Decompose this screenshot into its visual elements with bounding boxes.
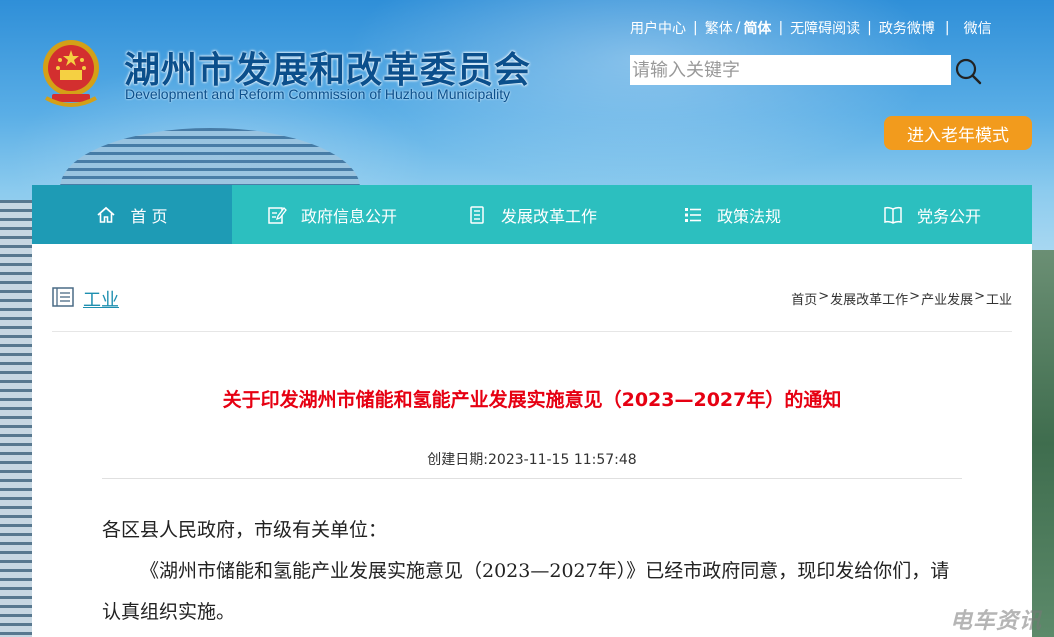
breadcrumb-separator: > xyxy=(909,289,921,304)
lang-slash: / xyxy=(735,20,741,36)
main-nav: 首 页 政府信息公开 发展改革工作 政策法规 党务公开 xyxy=(32,185,1032,244)
search-input[interactable] xyxy=(630,55,951,85)
accessible-reading-link[interactable]: 无障碍阅读 xyxy=(790,18,860,38)
breadcrumb-reform-work[interactable]: 发展改革工作 xyxy=(830,289,908,308)
nav-gov-info[interactable]: 政府信息公开 xyxy=(232,185,432,244)
nav-label: 发展改革工作 xyxy=(500,206,597,226)
article-title: 关于印发湖州市储能和氢能产业发展实施意见（2023—2027年）的通知 xyxy=(222,389,842,411)
breadcrumb-industry[interactable]: 工业 xyxy=(986,289,1012,308)
breadcrumb-separator: > xyxy=(974,289,985,304)
breadcrumb-home[interactable]: 首页 xyxy=(791,289,817,308)
nav-label: 政策法规 xyxy=(716,206,781,226)
breadcrumb-separator: > xyxy=(818,289,830,304)
elder-mode-button[interactable]: 进入老年模式 xyxy=(884,116,1032,150)
section-title[interactable]: 工业 xyxy=(83,286,119,312)
article-body: 各区县人民政府，市级有关单位： 《湖州市储能和氢能产业发展实施意见（2023—2… xyxy=(102,510,968,633)
background-tower xyxy=(0,200,36,637)
separator: | xyxy=(944,20,950,36)
breadcrumb: 首页 > 发展改革工作 > 产业发展 > 工业 xyxy=(791,289,1012,308)
separator: | xyxy=(867,20,872,36)
national-emblem-icon xyxy=(43,40,99,107)
grid-list-icon xyxy=(684,207,701,222)
nav-policy[interactable]: 政策法规 xyxy=(632,185,832,244)
edit-icon xyxy=(268,206,287,224)
search-icon[interactable] xyxy=(953,56,983,86)
article-paragraph: 《湖州市储能和氢能产业发展实施意见（2023—2027年）》已经市政府同意，现印… xyxy=(102,560,950,623)
nav-party-affairs[interactable]: 党务公开 xyxy=(832,185,1032,244)
watermark: 电车资讯 xyxy=(949,609,1042,634)
article-date: 创建日期:2023-11-15 11:57:48 xyxy=(102,449,962,479)
list-icon xyxy=(470,205,484,224)
nav-label: 党务公开 xyxy=(916,206,981,226)
separator: | xyxy=(693,20,698,36)
nav-label: 首 页 xyxy=(130,206,168,226)
wechat-link[interactable]: 微信 xyxy=(964,18,992,38)
site-subtitle: Development and Reform Commission of Huz… xyxy=(125,86,511,102)
nav-reform-work[interactable]: 发展改革工作 xyxy=(432,185,632,244)
section-header: 工业 首页 > 发展改革工作 > 产业发展 > 工业 xyxy=(52,244,1012,332)
home-icon xyxy=(97,206,116,223)
background-trees xyxy=(1030,250,1054,637)
nav-home[interactable]: 首 页 xyxy=(32,185,232,244)
nav-label: 政府信息公开 xyxy=(300,206,397,226)
document-list-icon xyxy=(52,287,74,307)
book-icon xyxy=(884,206,902,224)
content-panel: 工业 首页 > 发展改革工作 > 产业发展 > 工业 关于印发湖州市储能和氢能产… xyxy=(32,244,1032,637)
top-links: 用户中心 | 繁体 / 简体 | 无障碍阅读 | 政务微博 | 微信 xyxy=(630,18,992,38)
traditional-chinese-link[interactable]: 繁体 xyxy=(705,18,733,38)
article-salutation: 各区县人民政府，市级有关单位： xyxy=(102,519,388,541)
separator: | xyxy=(778,20,784,36)
user-center-link[interactable]: 用户中心 xyxy=(630,18,686,38)
breadcrumb-industry-dev[interactable]: 产业发展 xyxy=(921,289,973,308)
weibo-link[interactable]: 政务微博 xyxy=(879,18,935,38)
simplified-chinese-link[interactable]: 简体 xyxy=(743,18,771,38)
